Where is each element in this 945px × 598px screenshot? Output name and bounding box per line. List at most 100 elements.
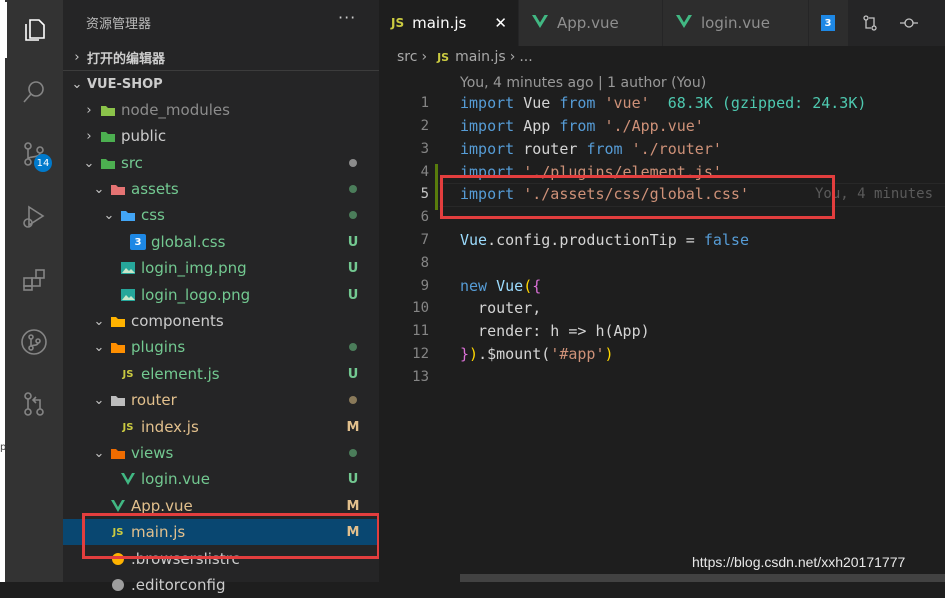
js-file-icon: JS (437, 50, 450, 64)
watermark: https://blog.csdn.net/xxh20171777 (692, 554, 906, 570)
chevron-down-icon: ⌄ (103, 207, 115, 223)
tree-item-element-js[interactable]: JS element.js U (63, 361, 433, 387)
import-cost-annotation: 68.3K (gzipped: 24.3K) (649, 94, 867, 112)
js-file-icon: JS (122, 421, 134, 433)
chevron-right-icon: › (86, 102, 92, 118)
tree-item-index-js[interactable]: JS index.js M (63, 414, 433, 440)
more-actions-button[interactable]: ··· (338, 8, 356, 27)
js-file-icon: JS (122, 368, 134, 380)
tree-item-login-logo[interactable]: login_logo.png U (63, 282, 433, 308)
css-file-icon: 3 (130, 234, 146, 250)
tree-item-login-vue[interactable]: login.vue U (63, 466, 433, 492)
vue-file-icon (110, 498, 126, 514)
chevron-right-icon: › (74, 49, 80, 65)
line-number: 12 (412, 346, 429, 362)
horizontal-scrollbar[interactable] (460, 574, 945, 582)
breadcrumb-file[interactable]: main.js (455, 49, 506, 65)
tab-css-file[interactable]: 3 (809, 0, 849, 46)
files-icon (25, 19, 45, 41)
image-file-icon (120, 287, 136, 303)
run-debug-button[interactable] (5, 188, 63, 244)
tree-item-views[interactable]: ⌄ views (63, 440, 407, 466)
line-number: 9 (420, 278, 429, 294)
close-icon[interactable]: ✕ (494, 14, 507, 32)
chevron-down-icon: ⌄ (93, 392, 105, 408)
project-section[interactable]: ⌄ VUE-SHOP (63, 70, 379, 97)
config-file-icon (110, 577, 126, 593)
chevron-down-icon: ⌄ (71, 76, 83, 92)
highlight-box-main-js (82, 513, 380, 559)
status-dot (346, 156, 360, 171)
tree-item-css[interactable]: ⌄ css (63, 202, 417, 228)
chevron-right-icon: › (509, 49, 516, 65)
components-folder-icon (110, 313, 126, 329)
line-number: 8 (420, 255, 429, 271)
source-control-button[interactable]: 14 (5, 126, 63, 182)
git-graph-button[interactable] (5, 314, 63, 370)
line-number: 4 (420, 164, 429, 180)
pull-request-icon (24, 392, 44, 416)
compare-changes-button[interactable] (861, 0, 879, 46)
tree-item-plugins[interactable]: ⌄ plugins (63, 334, 407, 360)
src-folder-icon (100, 155, 116, 171)
assets-folder-icon (110, 181, 126, 197)
status-dot (346, 446, 360, 461)
line-number: 5 (420, 186, 429, 202)
codelens-blame[interactable]: You, 4 minutes ago | 1 author (You) (460, 75, 706, 91)
open-editors-section[interactable]: › 打开的编辑器 (63, 44, 379, 70)
chevron-down-icon: ⌄ (93, 445, 105, 461)
extensions-button[interactable] (5, 252, 63, 308)
vue-file-icon (675, 14, 693, 33)
tree-item-src[interactable]: ⌄ src (63, 150, 397, 176)
code-line-10: router, (460, 299, 542, 317)
tree-item-login-img[interactable]: login_img.png U (63, 255, 433, 281)
line-number: 10 (412, 300, 429, 316)
activity-bar: 14 (5, 0, 63, 582)
search-button[interactable] (5, 64, 63, 120)
explorer-button[interactable] (5, 2, 63, 58)
views-folder-icon (110, 445, 126, 461)
tab-main-js[interactable]: JS main.js ✕ (379, 0, 519, 46)
git-commit-button[interactable] (899, 0, 919, 46)
tree-item-node-modules[interactable]: › node_modules (63, 97, 397, 123)
code-line-7: Vue.config.productionTip = false (460, 231, 749, 249)
code-line-1: import Vue from 'vue' 68.3K (gzipped: 24… (460, 94, 867, 112)
search-icon (23, 81, 44, 103)
chevron-down-icon: ⌄ (93, 339, 105, 355)
highlight-box-line-5 (440, 175, 835, 219)
tab-app-vue[interactable]: App.vue (519, 0, 663, 46)
public-folder-icon (100, 128, 116, 144)
tab-bar: JS main.js ✕ App.vue login.vue 3 (379, 0, 945, 46)
breadcrumb-folder[interactable]: src (397, 49, 417, 65)
extensions-icon (23, 269, 45, 291)
tab-login-vue[interactable]: login.vue (663, 0, 809, 46)
code-line-2: import App from './App.vue' (460, 117, 704, 135)
tree-item-router[interactable]: ⌄ router (63, 387, 407, 413)
editor-area: JS main.js ✕ App.vue login.vue 3 src › J… (379, 0, 945, 582)
js-file-icon: JS (391, 16, 405, 30)
line-number: 13 (412, 369, 429, 385)
router-folder-icon (110, 392, 126, 408)
code-line-9: new Vue({ (460, 277, 542, 295)
status-dot (346, 208, 360, 223)
chevron-down-icon: ⌄ (93, 181, 105, 197)
tree-item-public[interactable]: › public (63, 123, 397, 149)
plugins-folder-icon (110, 339, 126, 355)
chevron-down-icon: ⌄ (93, 313, 105, 329)
tree-item-editorconfig[interactable]: .editorconfig (63, 572, 423, 598)
line-number: 2 (420, 118, 429, 134)
css-file-icon: 3 (821, 15, 835, 31)
git-commit-icon (900, 18, 918, 28)
line-number: 6 (420, 209, 429, 225)
tree-item-components[interactable]: ⌄ components (63, 308, 407, 334)
line-number: 3 (420, 141, 429, 157)
tree-item-assets[interactable]: ⌄ assets (63, 176, 407, 202)
status-dot (346, 393, 360, 408)
status-dot (346, 182, 360, 197)
pull-request-button[interactable] (5, 376, 63, 432)
chevron-down-icon: ⌄ (83, 155, 95, 171)
code-line-12: }).$mount('#app') (460, 345, 614, 363)
node-folder-icon (100, 102, 116, 118)
chevron-right-icon: › (421, 49, 428, 65)
breadcrumb-symbol[interactable]: ... (519, 49, 532, 65)
